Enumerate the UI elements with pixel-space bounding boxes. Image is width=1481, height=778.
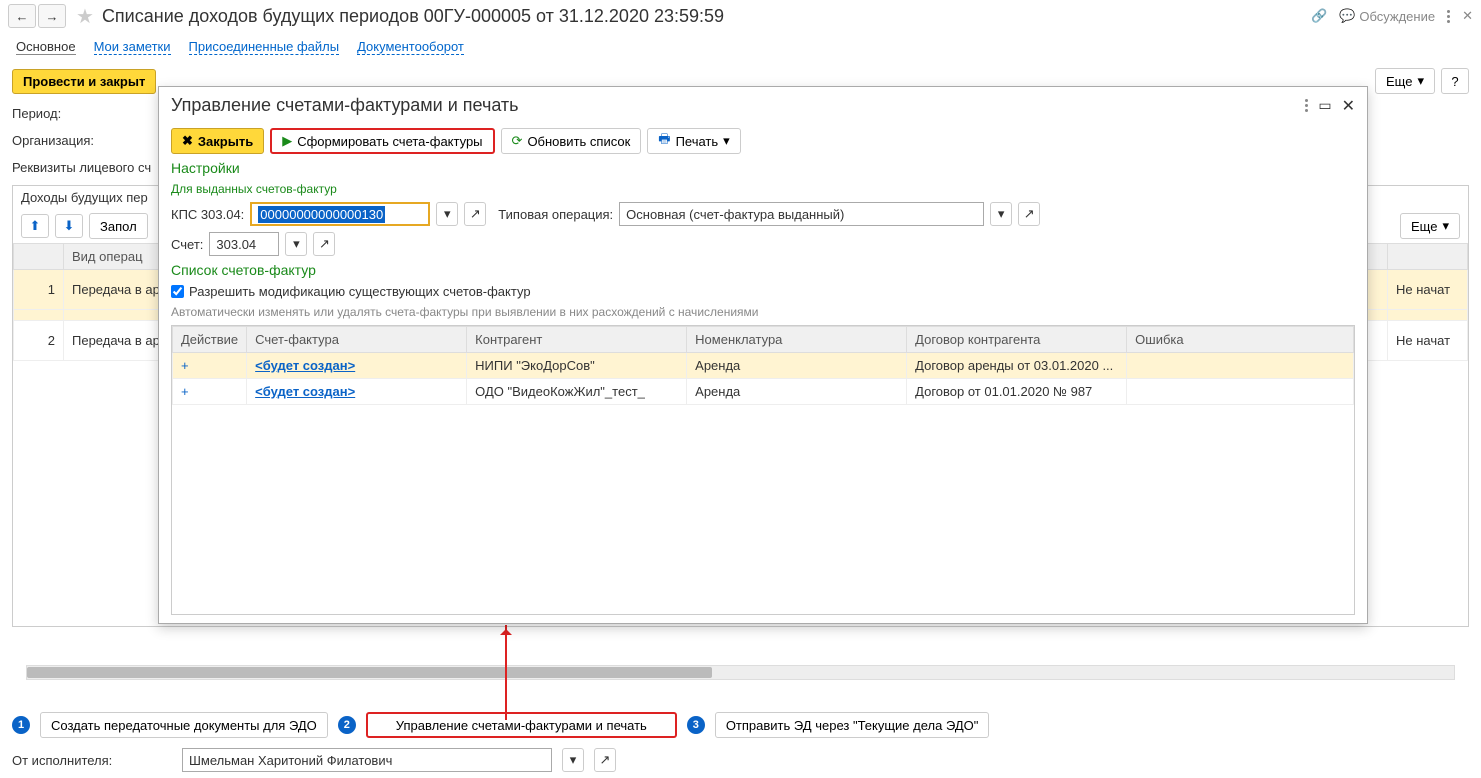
create-edo-docs-button[interactable]: Создать передаточные документы для ЭДО: [40, 712, 328, 738]
allow-mod-input[interactable]: [171, 285, 184, 298]
manage-invoices-button[interactable]: Управление счетами-фактурами и печать: [366, 712, 677, 738]
plus-icon[interactable]: +: [173, 379, 247, 405]
col-nomen: Номенклатура: [687, 327, 907, 353]
col-empty: [1388, 244, 1468, 270]
star-icon[interactable]: ★: [76, 4, 94, 29]
more-button-top[interactable]: Еще ▾: [1375, 68, 1435, 94]
allow-mod-checkbox[interactable]: Разрешить модификацию существующих счето…: [171, 284, 1355, 299]
modal-close-icon[interactable]: ✕: [1342, 96, 1355, 116]
settings-subheading: Для выданных счетов-фактур: [171, 182, 1355, 196]
modal-title: Управление счетами-фактурами и печать: [171, 95, 1295, 116]
sf-link[interactable]: <будет создан>: [255, 384, 355, 399]
tab-main[interactable]: Основное: [16, 39, 76, 55]
typop-dropdown[interactable]: ▾: [990, 202, 1012, 226]
tab-files[interactable]: Присоединенные файлы: [189, 39, 340, 55]
modal-maximize-icon[interactable]: ▭: [1318, 97, 1331, 114]
executor-open[interactable]: ↗: [594, 748, 616, 772]
sf-link[interactable]: <будет создан>: [255, 358, 355, 373]
invoice-table: Действие Счет-фактура Контрагент Номенкл…: [172, 326, 1354, 405]
kps-dropdown[interactable]: ▾: [436, 202, 458, 226]
step-3-badge: 3: [687, 716, 705, 734]
col-dog: Договор контрагента: [907, 327, 1127, 353]
arrow-annotation: [505, 625, 507, 720]
table-row[interactable]: + <будет создан> ОДО "ВидеоКожЖил"_тест_…: [173, 379, 1354, 405]
col-action: Действие: [173, 327, 247, 353]
move-down-button[interactable]: ⬇: [55, 214, 83, 238]
back-button[interactable]: ←: [8, 4, 36, 28]
more-button-panel[interactable]: Еще ▾: [1400, 213, 1460, 239]
send-edo-button[interactable]: Отправить ЭД через "Текущие дела ЭДО": [715, 712, 990, 738]
acct-dropdown[interactable]: ▾: [285, 232, 307, 256]
col-contr: Контрагент: [467, 327, 687, 353]
typop-open[interactable]: ↗: [1018, 202, 1040, 226]
auto-hint: Автоматически изменять или удалять счета…: [171, 305, 1355, 319]
step-1-badge: 1: [12, 716, 30, 734]
typop-label: Типовая операция:: [498, 207, 613, 222]
invoice-modal: Управление счетами-фактурами и печать ▭ …: [158, 86, 1368, 624]
executor-field[interactable]: Шмельман Харитоний Филатович: [182, 748, 552, 772]
form-invoices-button[interactable]: ▶ Сформировать счета-фактуры: [270, 128, 494, 154]
refresh-button[interactable]: ⟳ Обновить список: [501, 128, 642, 154]
acct-open[interactable]: ↗: [313, 232, 335, 256]
page-title: Списание доходов будущих периодов 00ГУ-0…: [102, 6, 1311, 27]
col-num: [14, 244, 64, 270]
kps-label: КПС 303.04:: [171, 207, 244, 222]
executor-dropdown[interactable]: ▾: [562, 748, 584, 772]
plus-icon[interactable]: +: [173, 353, 247, 379]
forward-button[interactable]: →: [38, 4, 66, 28]
tab-notes[interactable]: Мои заметки: [94, 39, 171, 55]
settings-heading: Настройки: [171, 160, 1355, 176]
step-2-badge: 2: [338, 716, 356, 734]
modal-kebab-icon[interactable]: [1305, 99, 1308, 112]
kps-field[interactable]: 00000000000000130: [250, 202, 430, 226]
col-err: Ошибка: [1127, 327, 1354, 353]
list-heading: Список счетов-фактур: [171, 262, 1355, 278]
post-close-button[interactable]: Провести и закрыт: [12, 69, 156, 94]
acct-field[interactable]: 303.04: [209, 232, 279, 256]
period-label: Период:: [12, 106, 142, 121]
org-label: Организация:: [12, 133, 142, 148]
kps-open[interactable]: ↗: [464, 202, 486, 226]
col-sf: Счет-фактура: [247, 327, 467, 353]
print-button[interactable]: 🖶 Печать ▾: [647, 128, 740, 154]
account-details-label: Реквизиты лицевого сч: [12, 160, 151, 175]
acct-label: Счет:: [171, 237, 203, 252]
tab-docflow[interactable]: Документооборот: [357, 39, 464, 55]
discussion-link[interactable]: 💬 Обсуждение: [1339, 8, 1435, 24]
kebab-menu-icon[interactable]: [1447, 10, 1450, 23]
close-icon[interactable]: ✕: [1462, 8, 1473, 24]
table-row[interactable]: + <будет создан> НИПИ "ЭкоДорСов" Аренда…: [173, 353, 1354, 379]
typop-field[interactable]: Основная (счет-фактура выданный): [619, 202, 984, 226]
move-up-button[interactable]: ⬆: [21, 214, 49, 238]
help-button[interactable]: ?: [1441, 68, 1469, 94]
fill-button[interactable]: Запол: [89, 213, 148, 239]
close-button[interactable]: ✖ Закрыть: [171, 128, 264, 154]
link-icon[interactable]: 🔗: [1311, 8, 1327, 24]
hscroll[interactable]: [26, 665, 1455, 680]
executor-label: От исполнителя:: [12, 753, 172, 768]
